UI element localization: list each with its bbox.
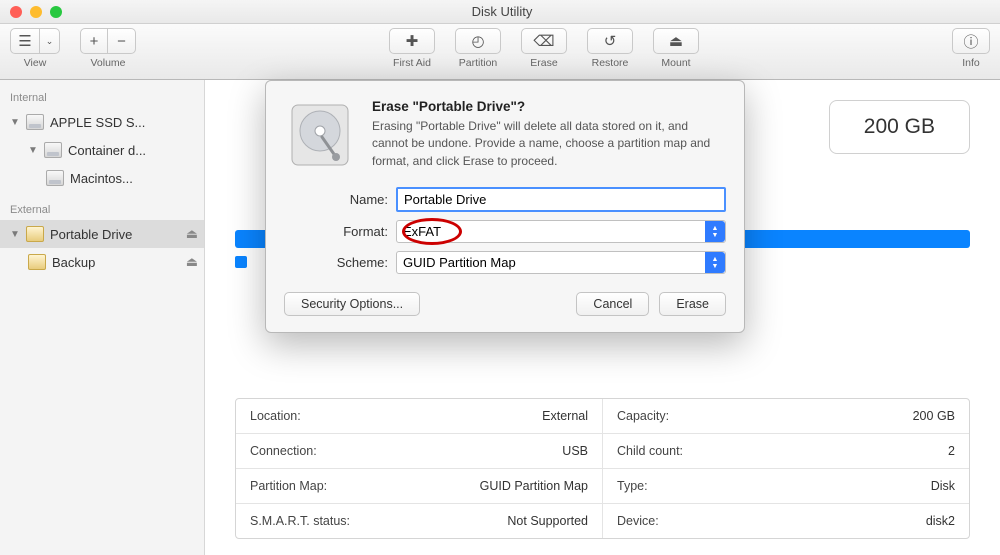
name-input[interactable]	[396, 187, 726, 212]
erase-label: Erase	[530, 57, 557, 69]
first-aid-button[interactable]: ✚	[389, 28, 435, 54]
internal-disk-icon	[26, 114, 44, 130]
add-volume-button[interactable]: +	[80, 28, 108, 54]
capacity-legend-swatch	[235, 256, 247, 268]
hard-drive-icon	[284, 99, 356, 171]
view-label: View	[24, 57, 47, 69]
toolbar: ☰ ⌄ View + − Volume ✚ First Aid ◴ Partit…	[0, 24, 1000, 80]
external-disk-icon	[26, 226, 44, 242]
erase-dialog: Erase "Portable Drive"? Erasing "Portabl…	[265, 80, 745, 333]
sidebar-item-portable-drive[interactable]: ▼ Portable Drive ⏏	[0, 220, 204, 248]
zoom-button[interactable]	[50, 6, 62, 18]
info-key: S.M.A.R.T. status:	[250, 514, 350, 528]
internal-disk-icon	[44, 142, 62, 158]
internal-disk-icon	[46, 170, 64, 186]
info-val: GUID Partition Map	[480, 479, 588, 493]
info-val: Disk	[931, 479, 955, 493]
sidebar-section-external: External	[0, 200, 204, 220]
stethoscope-icon: ✚	[406, 32, 419, 50]
restore-button[interactable]: ↺	[587, 28, 633, 54]
info-val: Not Supported	[507, 514, 588, 528]
sidebar-item-backup[interactable]: Backup ⏏	[0, 248, 204, 276]
dialog-title: Erase "Portable Drive"?	[372, 99, 726, 114]
remove-volume-button[interactable]: −	[108, 28, 136, 54]
chevron-down-icon: ▼	[10, 117, 20, 128]
restore-icon: ↺	[604, 32, 617, 50]
titlebar: Disk Utility	[0, 0, 1000, 24]
info-key: Connection:	[250, 444, 317, 458]
info-label: Info	[962, 57, 980, 69]
sidebar-item-label: Container d...	[68, 143, 198, 158]
info-icon: ⓘ	[963, 31, 978, 52]
cancel-button[interactable]: Cancel	[576, 292, 649, 316]
info-key: Partition Map:	[250, 479, 327, 493]
first-aid-label: First Aid	[393, 57, 431, 69]
erase-button[interactable]: ⌫	[521, 28, 567, 54]
info-row: S.M.A.R.T. status: Not Supported Device: d…	[236, 504, 969, 538]
chevron-down-icon: ⌄	[46, 36, 54, 47]
restore-label: Restore	[592, 57, 629, 69]
scheme-label: Scheme:	[296, 255, 396, 270]
chevron-down-icon: ▼	[28, 145, 38, 156]
window-controls	[10, 6, 62, 18]
scheme-select[interactable]: GUID Partition Map ▲▼	[396, 251, 726, 274]
mount-label: Mount	[661, 57, 690, 69]
scheme-value: GUID Partition Map	[403, 255, 516, 270]
info-val: 2	[948, 444, 955, 458]
format-label: Format:	[296, 224, 396, 239]
info-button[interactable]: ⓘ	[952, 28, 990, 54]
security-options-button[interactable]: Security Options...	[284, 292, 420, 316]
view-menu-button[interactable]: ⌄	[40, 28, 60, 54]
minimize-button[interactable]	[30, 6, 42, 18]
info-row: Partition Map: GUID Partition Map Type: Di…	[236, 469, 969, 504]
sidebar-toggle-button[interactable]: ☰	[10, 28, 40, 54]
info-key: Location:	[250, 409, 301, 423]
sidebar-item-apple-ssd[interactable]: ▼ APPLE SSD S...	[0, 108, 204, 136]
partition-button[interactable]: ◴	[455, 28, 501, 54]
erase-confirm-button[interactable]: Erase	[659, 292, 726, 316]
format-select[interactable]: ExFAT ▲▼	[396, 220, 726, 243]
info-row: Location: External Capacity: 200 GB	[236, 399, 969, 434]
sidebar: Internal ▼ APPLE SSD S... ▼ Container d.…	[0, 80, 205, 555]
sidebar-item-container[interactable]: ▼ Container d...	[0, 136, 204, 164]
sidebar-item-label: APPLE SSD S...	[50, 115, 198, 130]
minus-icon: −	[117, 33, 126, 50]
capacity-box: 200 GB	[829, 100, 970, 154]
info-val: External	[542, 409, 588, 423]
sidebar-icon: ☰	[18, 32, 31, 50]
info-row: Connection: USB Child count: 2	[236, 434, 969, 469]
info-key: Child count:	[617, 444, 683, 458]
window-title: Disk Utility	[62, 4, 942, 19]
sidebar-item-label: Backup	[52, 255, 180, 270]
sidebar-item-label: Portable Drive	[50, 227, 180, 242]
info-key: Capacity:	[617, 409, 669, 423]
eject-icon[interactable]: ⏏	[186, 254, 198, 270]
info-val: 200 GB	[913, 409, 955, 423]
updown-icon: ▲▼	[705, 252, 725, 273]
updown-icon: ▲▼	[705, 221, 725, 242]
dialog-description: Erasing "Portable Drive" will delete all…	[372, 118, 726, 170]
sidebar-section-internal: Internal	[0, 88, 204, 108]
info-panel: Location: External Capacity: 200 GB Connec…	[235, 398, 970, 539]
pie-icon: ◴	[471, 32, 484, 50]
close-button[interactable]	[10, 6, 22, 18]
info-val: disk2	[926, 514, 955, 528]
plus-icon: +	[90, 33, 99, 50]
sidebar-item-macintosh[interactable]: Macintos...	[0, 164, 204, 192]
mount-icon: ⏏	[669, 32, 683, 50]
info-key: Device:	[617, 514, 659, 528]
format-value: ExFAT	[403, 224, 441, 239]
info-val: USB	[562, 444, 588, 458]
eject-icon[interactable]: ⏏	[186, 226, 198, 242]
external-disk-icon	[28, 254, 46, 270]
erase-icon: ⌫	[533, 32, 554, 50]
name-label: Name:	[296, 192, 396, 207]
mount-button[interactable]: ⏏	[653, 28, 699, 54]
sidebar-item-label: Macintos...	[70, 171, 198, 186]
volume-label: Volume	[90, 57, 125, 69]
partition-label: Partition	[459, 57, 498, 69]
chevron-down-icon: ▼	[10, 229, 20, 240]
info-key: Type:	[617, 479, 648, 493]
